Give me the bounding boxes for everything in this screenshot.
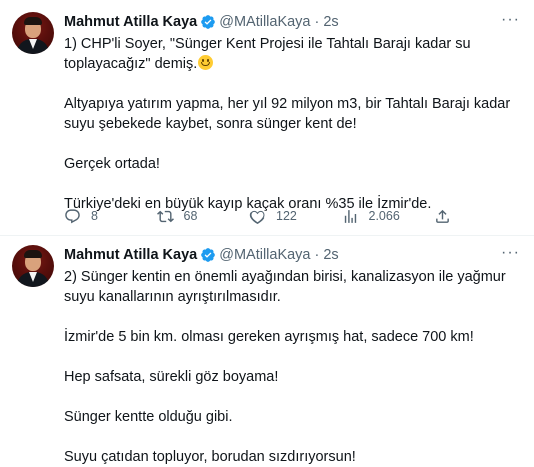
reply-count: 8 (91, 209, 98, 223)
reply-icon (65, 208, 80, 223)
author-name[interactable]: Mahmut Atilla Kaya (64, 14, 197, 30)
more-icon[interactable]: ··· (501, 245, 520, 261)
tweet-paragraph: Suyu çatıdan topluyor, borudan sızdırıyo… (64, 449, 356, 465)
like-count: 122 (276, 209, 297, 223)
more-icon[interactable]: ··· (501, 12, 520, 28)
tweet-text: 1) CHP'li Soyer, "Sünger Kent Projesi il… (64, 34, 518, 214)
separator-dot: · (314, 247, 320, 263)
tweet-paragraph: Altyapıya yatırım yapma, her yıl 92 mily… (64, 96, 511, 132)
verified-badge-icon (201, 15, 216, 29)
tweet-paragraph: Sünger kentte olduğu gibi. (64, 409, 233, 425)
views-button[interactable]: 2.066 (342, 208, 422, 225)
timestamp[interactable]: 2s (323, 247, 338, 263)
views-icon (344, 209, 356, 223)
like-icon (249, 210, 265, 224)
tweet-actions: 8 68 122 2.066 (64, 206, 454, 226)
reply-button[interactable]: 8 (64, 208, 144, 225)
tweet-header: Mahmut Atilla Kaya @MAtillaKaya · 2s (64, 12, 518, 32)
author-handle[interactable]: @MAtillaKaya (219, 14, 310, 30)
tweet[interactable]: ··· Mahmut Atilla Kaya @MAtillaKaya · 2s… (0, 0, 534, 236)
retweet-button[interactable]: 68 (156, 208, 237, 225)
retweet-icon (156, 210, 174, 222)
grinning-face-emoji (198, 55, 214, 70)
tweet-header: Mahmut Atilla Kaya @MAtillaKaya · 2s (64, 245, 518, 265)
tweet-paragraph: Hep safsata, sürekli göz boyama! (64, 369, 279, 385)
timestamp[interactable]: 2s (323, 14, 338, 30)
share-icon (436, 209, 449, 223)
author-handle[interactable]: @MAtillaKaya (219, 247, 310, 263)
tweet[interactable]: ··· Mahmut Atilla Kaya @MAtillaKaya · 2s… (0, 236, 534, 465)
avatar[interactable] (12, 12, 54, 54)
author-name[interactable]: Mahmut Atilla Kaya (64, 247, 197, 263)
tweet-paragraph: Gerçek ortada! (64, 156, 160, 172)
verified-badge-icon (201, 248, 216, 262)
tweet-paragraph: 2) Sünger kentin en önemli ayağından bir… (64, 269, 506, 305)
separator-dot: · (314, 14, 320, 30)
avatar[interactable] (12, 245, 54, 287)
tweet-text: 2) Sünger kentin en önemli ayağından bir… (64, 267, 518, 467)
views-count: 2.066 (368, 209, 400, 223)
share-button[interactable] (434, 208, 454, 225)
tweet-paragraph: 1) CHP'li Soyer, "Sünger Kent Projesi il… (64, 36, 471, 72)
tweet-paragraph: İzmir'de 5 bin km. olması gereken ayrışm… (64, 329, 474, 345)
like-button[interactable]: 122 (249, 208, 329, 225)
retweet-count: 68 (183, 209, 198, 223)
